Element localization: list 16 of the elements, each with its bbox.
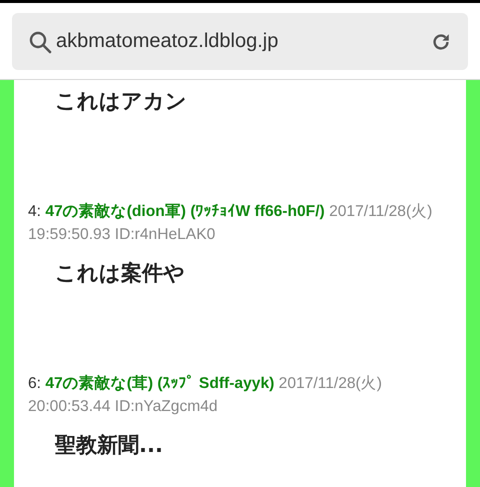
address-bar[interactable]: akbmatomeatoz.ldblog.jp	[12, 13, 468, 70]
poster-name: 47の素敵な(茸) (ｽｯﾌﾟ Sdff-ayyk)	[45, 375, 276, 392]
search-icon	[28, 30, 52, 54]
post-id: ID:nYaZgcm4d	[114, 398, 218, 415]
url-text: akbmatomeatoz.ldblog.jp	[56, 30, 280, 53]
poster-name: 47の素敵な(dion軍) (ﾜｯﾁｮｲW ff66-h0F/)	[45, 203, 326, 220]
post-time: 19:59:50.93	[28, 226, 110, 243]
post-id: ID:r4nHeLAK0	[114, 226, 216, 243]
post-time: 20:00:53.44	[28, 398, 110, 415]
post-number: 4:	[28, 203, 42, 220]
post-body: これは案件や	[55, 261, 185, 285]
post-date: 2017/11/28(火)	[329, 203, 432, 220]
post-body: これはアカン	[55, 89, 187, 113]
post-body: 聖教新聞...	[55, 433, 163, 457]
post-date: 2017/11/28(火)	[278, 375, 382, 392]
post-number: 6:	[28, 375, 42, 392]
